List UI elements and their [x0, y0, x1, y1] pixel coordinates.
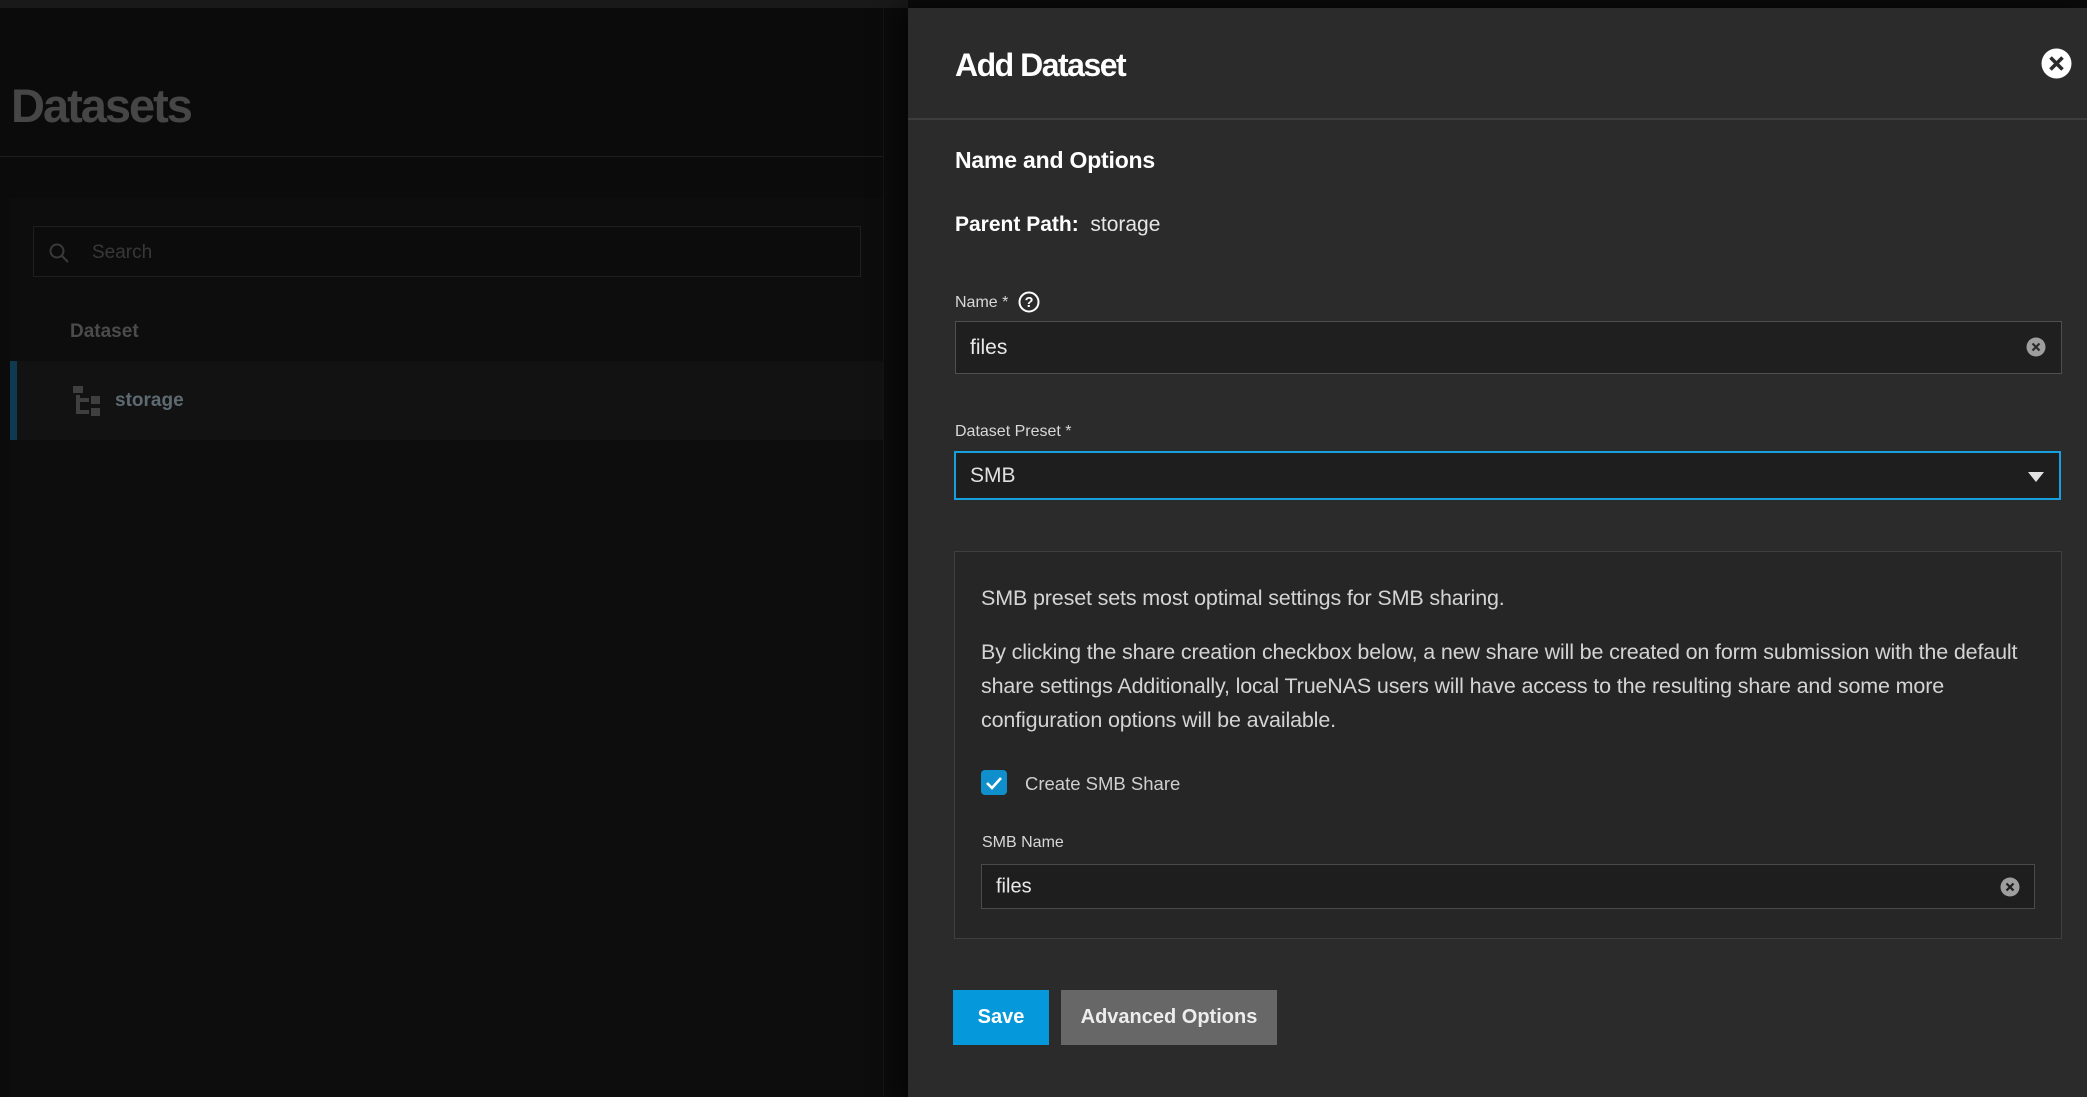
svg-text:?: ?: [1025, 295, 1034, 311]
